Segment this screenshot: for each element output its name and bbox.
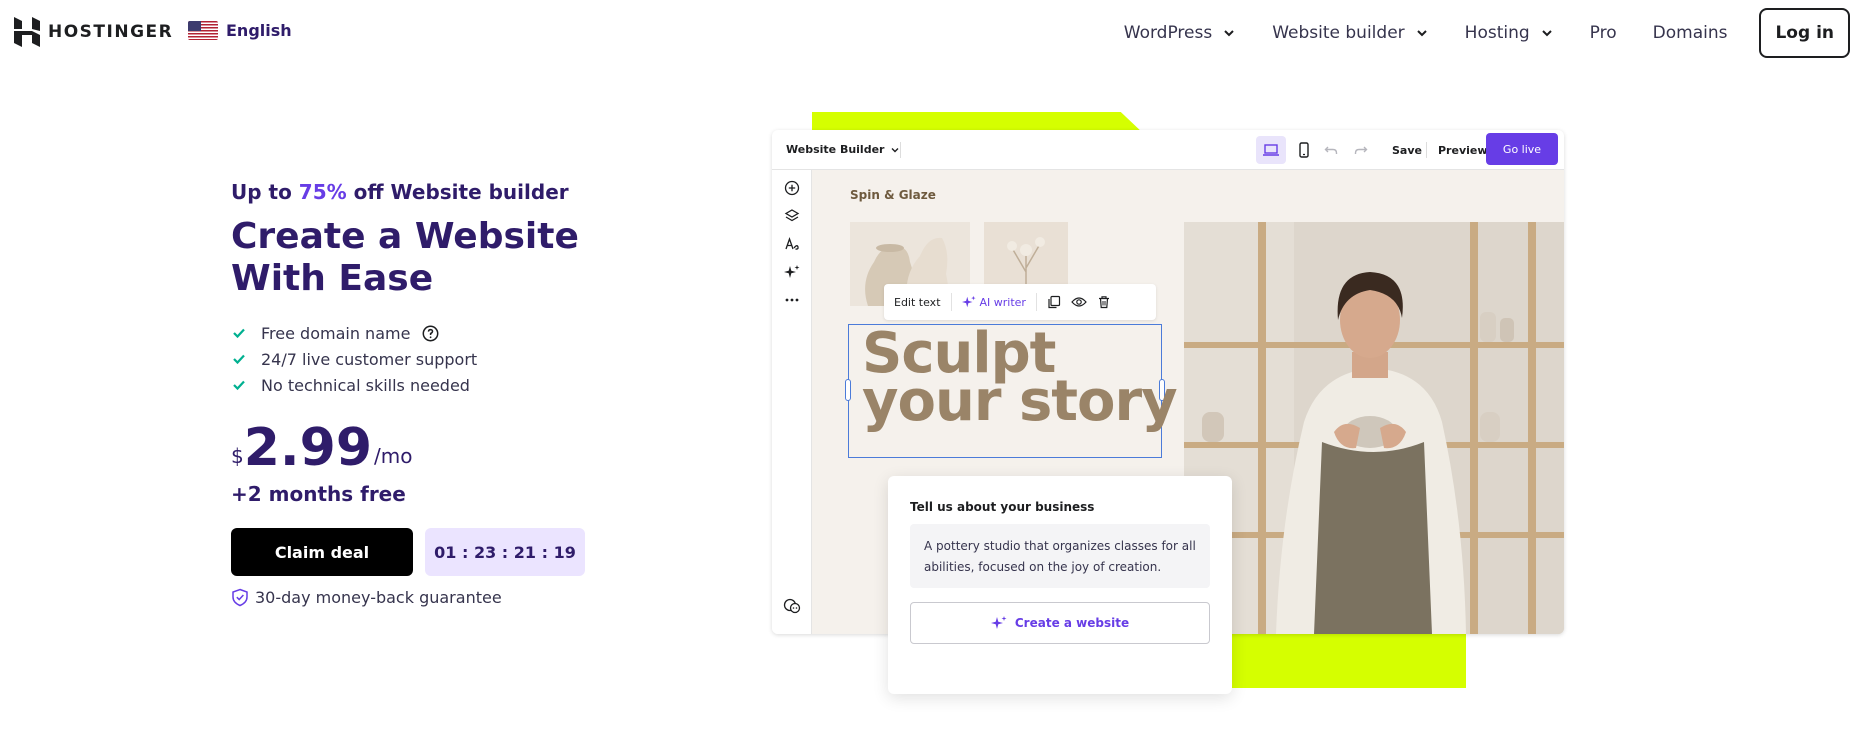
preview-button[interactable]: Preview — [1438, 144, 1488, 157]
feature-label: Free domain name — [261, 323, 411, 343]
menu-item-website-builder[interactable]: Website builder — [1272, 23, 1428, 43]
feature-label: 24/7 live customer support — [261, 349, 478, 369]
redo-icon[interactable] — [1354, 143, 1368, 157]
duplicate-icon[interactable] — [1047, 295, 1061, 309]
text-edit-toolbar: Edit text AI writer — [884, 284, 1156, 320]
cta-row: Claim deal 01 : 23 : 21 : 19 — [231, 528, 751, 576]
laptop-icon — [1263, 144, 1279, 156]
chevron-down-icon — [1224, 30, 1234, 37]
promo-percentage: 75% — [298, 180, 347, 204]
bonus-text: +2 months free — [231, 482, 406, 506]
help-button[interactable] — [782, 596, 802, 616]
sparkles-icon — [961, 295, 976, 308]
add-element-button[interactable] — [782, 178, 802, 198]
more-horizontal-icon — [785, 298, 799, 302]
menu-item-domains[interactable]: Domains — [1653, 23, 1728, 43]
business-description-card: Tell us about your business A pottery st… — [888, 476, 1232, 694]
brand-name: HOSTINGER — [48, 22, 174, 42]
builder-title: Website Builder — [786, 143, 885, 156]
promo-headline: Up to 75% off Website builder — [231, 180, 751, 204]
money-back-guarantee: 30-day money-back guarantee — [231, 588, 751, 607]
mobile-icon — [1299, 142, 1309, 158]
question-circle-icon[interactable] — [422, 325, 439, 342]
list-item: No technical skills needed — [231, 372, 751, 398]
menu-item-label: Hosting — [1464, 23, 1530, 43]
desktop-view-button[interactable] — [1256, 136, 1286, 164]
hostinger-logo-icon — [14, 17, 40, 47]
check-icon — [233, 354, 245, 365]
countdown-timer: 01 : 23 : 21 : 19 — [425, 528, 585, 576]
builder-side-tools — [772, 170, 812, 634]
feature-list: Free domain name 24/7 live customer supp… — [231, 320, 751, 398]
toolbar-divider — [900, 142, 901, 158]
menu-item-hosting[interactable]: Hosting — [1465, 23, 1554, 43]
card-title: Tell us about your business — [910, 500, 1095, 514]
hero-section: Up to 75% off Website builder Create a W… — [231, 180, 751, 607]
toolbar-divider — [1426, 142, 1427, 158]
chevron-down-icon — [891, 147, 899, 152]
price-currency: $ — [231, 444, 244, 468]
layers-button[interactable] — [782, 206, 802, 226]
menu-item-pro[interactable]: Pro — [1590, 23, 1617, 43]
resize-handle-left[interactable] — [845, 379, 851, 401]
price: $ 2.99 /mo — [231, 420, 751, 476]
check-icon — [233, 380, 245, 391]
ai-writer-button[interactable]: AI writer — [961, 295, 1026, 309]
check-icon — [233, 328, 245, 339]
styles-button[interactable] — [782, 234, 802, 254]
builder-menu[interactable]: Website Builder — [786, 143, 900, 156]
promo-suffix: off Website builder — [346, 180, 569, 204]
hero-headline[interactable]: Sculpt your story — [862, 326, 1178, 434]
main-menu: WordPress Website builder Hosting Pro Do… — [1088, 8, 1850, 58]
chevron-down-icon — [1416, 30, 1427, 37]
hostinger-logo[interactable]: HOSTINGER — [14, 17, 173, 47]
trash-icon[interactable] — [1097, 295, 1111, 309]
menu-item-label: Pro — [1589, 23, 1617, 43]
login-button[interactable]: Log in — [1759, 8, 1850, 58]
guarantee-label: 30-day money-back guarantee — [255, 588, 502, 607]
page-title: Create a Website With Ease — [231, 216, 579, 299]
claim-deal-button[interactable]: Claim deal — [231, 528, 413, 576]
sparkles-icon — [990, 616, 1007, 629]
create-website-label: Create a website — [1014, 616, 1130, 630]
menu-item-label: WordPress — [1123, 23, 1213, 43]
feature-label: No technical skills needed — [261, 375, 470, 395]
layers-icon — [784, 209, 800, 222]
more-options-button[interactable] — [782, 290, 802, 310]
shield-check-icon — [232, 588, 248, 607]
typography-icon — [785, 237, 799, 250]
price-period: /mo — [374, 444, 413, 468]
builder-toolbar: Website Builder Save Preview Go live — [772, 130, 1564, 170]
list-item: 24/7 live customer support — [231, 346, 751, 372]
eye-icon[interactable] — [1071, 295, 1087, 309]
edit-text-button[interactable]: Edit text — [894, 296, 941, 309]
us-flag-icon — [188, 21, 218, 40]
promo-prefix: Up to — [231, 180, 299, 204]
toolbar-divider — [1035, 293, 1037, 311]
create-website-button[interactable]: Create a website — [910, 602, 1210, 644]
menu-item-label: Domains — [1652, 23, 1728, 43]
list-item: Free domain name — [231, 320, 751, 346]
ai-tools-button[interactable] — [782, 262, 802, 282]
top-navigation: HOSTINGER English WordPress Website buil… — [0, 0, 1858, 64]
menu-item-wordpress[interactable]: WordPress — [1124, 23, 1236, 43]
plus-circle-icon — [784, 180, 800, 196]
go-live-button[interactable]: Go live — [1486, 133, 1558, 165]
menu-item-label: Website builder — [1272, 23, 1405, 43]
mobile-view-button[interactable] — [1290, 136, 1318, 164]
business-description-textarea[interactable]: A pottery studio that organizes classes … — [910, 524, 1210, 588]
price-amount: 2.99 — [243, 418, 373, 478]
headline-line-2: your story — [862, 369, 1178, 434]
site-name: Spin & Glaze — [850, 188, 936, 202]
language-label: English — [226, 21, 292, 40]
toolbar-divider — [950, 293, 952, 311]
potter-photo — [1184, 222, 1564, 634]
language-selector[interactable]: English — [188, 21, 292, 40]
undo-icon[interactable] — [1324, 143, 1338, 157]
ai-writer-label: AI writer — [979, 295, 1026, 309]
save-button[interactable]: Save — [1392, 144, 1422, 157]
sparkles-icon — [784, 265, 800, 278]
chevron-down-icon — [1541, 30, 1552, 37]
support-icon — [783, 598, 801, 614]
